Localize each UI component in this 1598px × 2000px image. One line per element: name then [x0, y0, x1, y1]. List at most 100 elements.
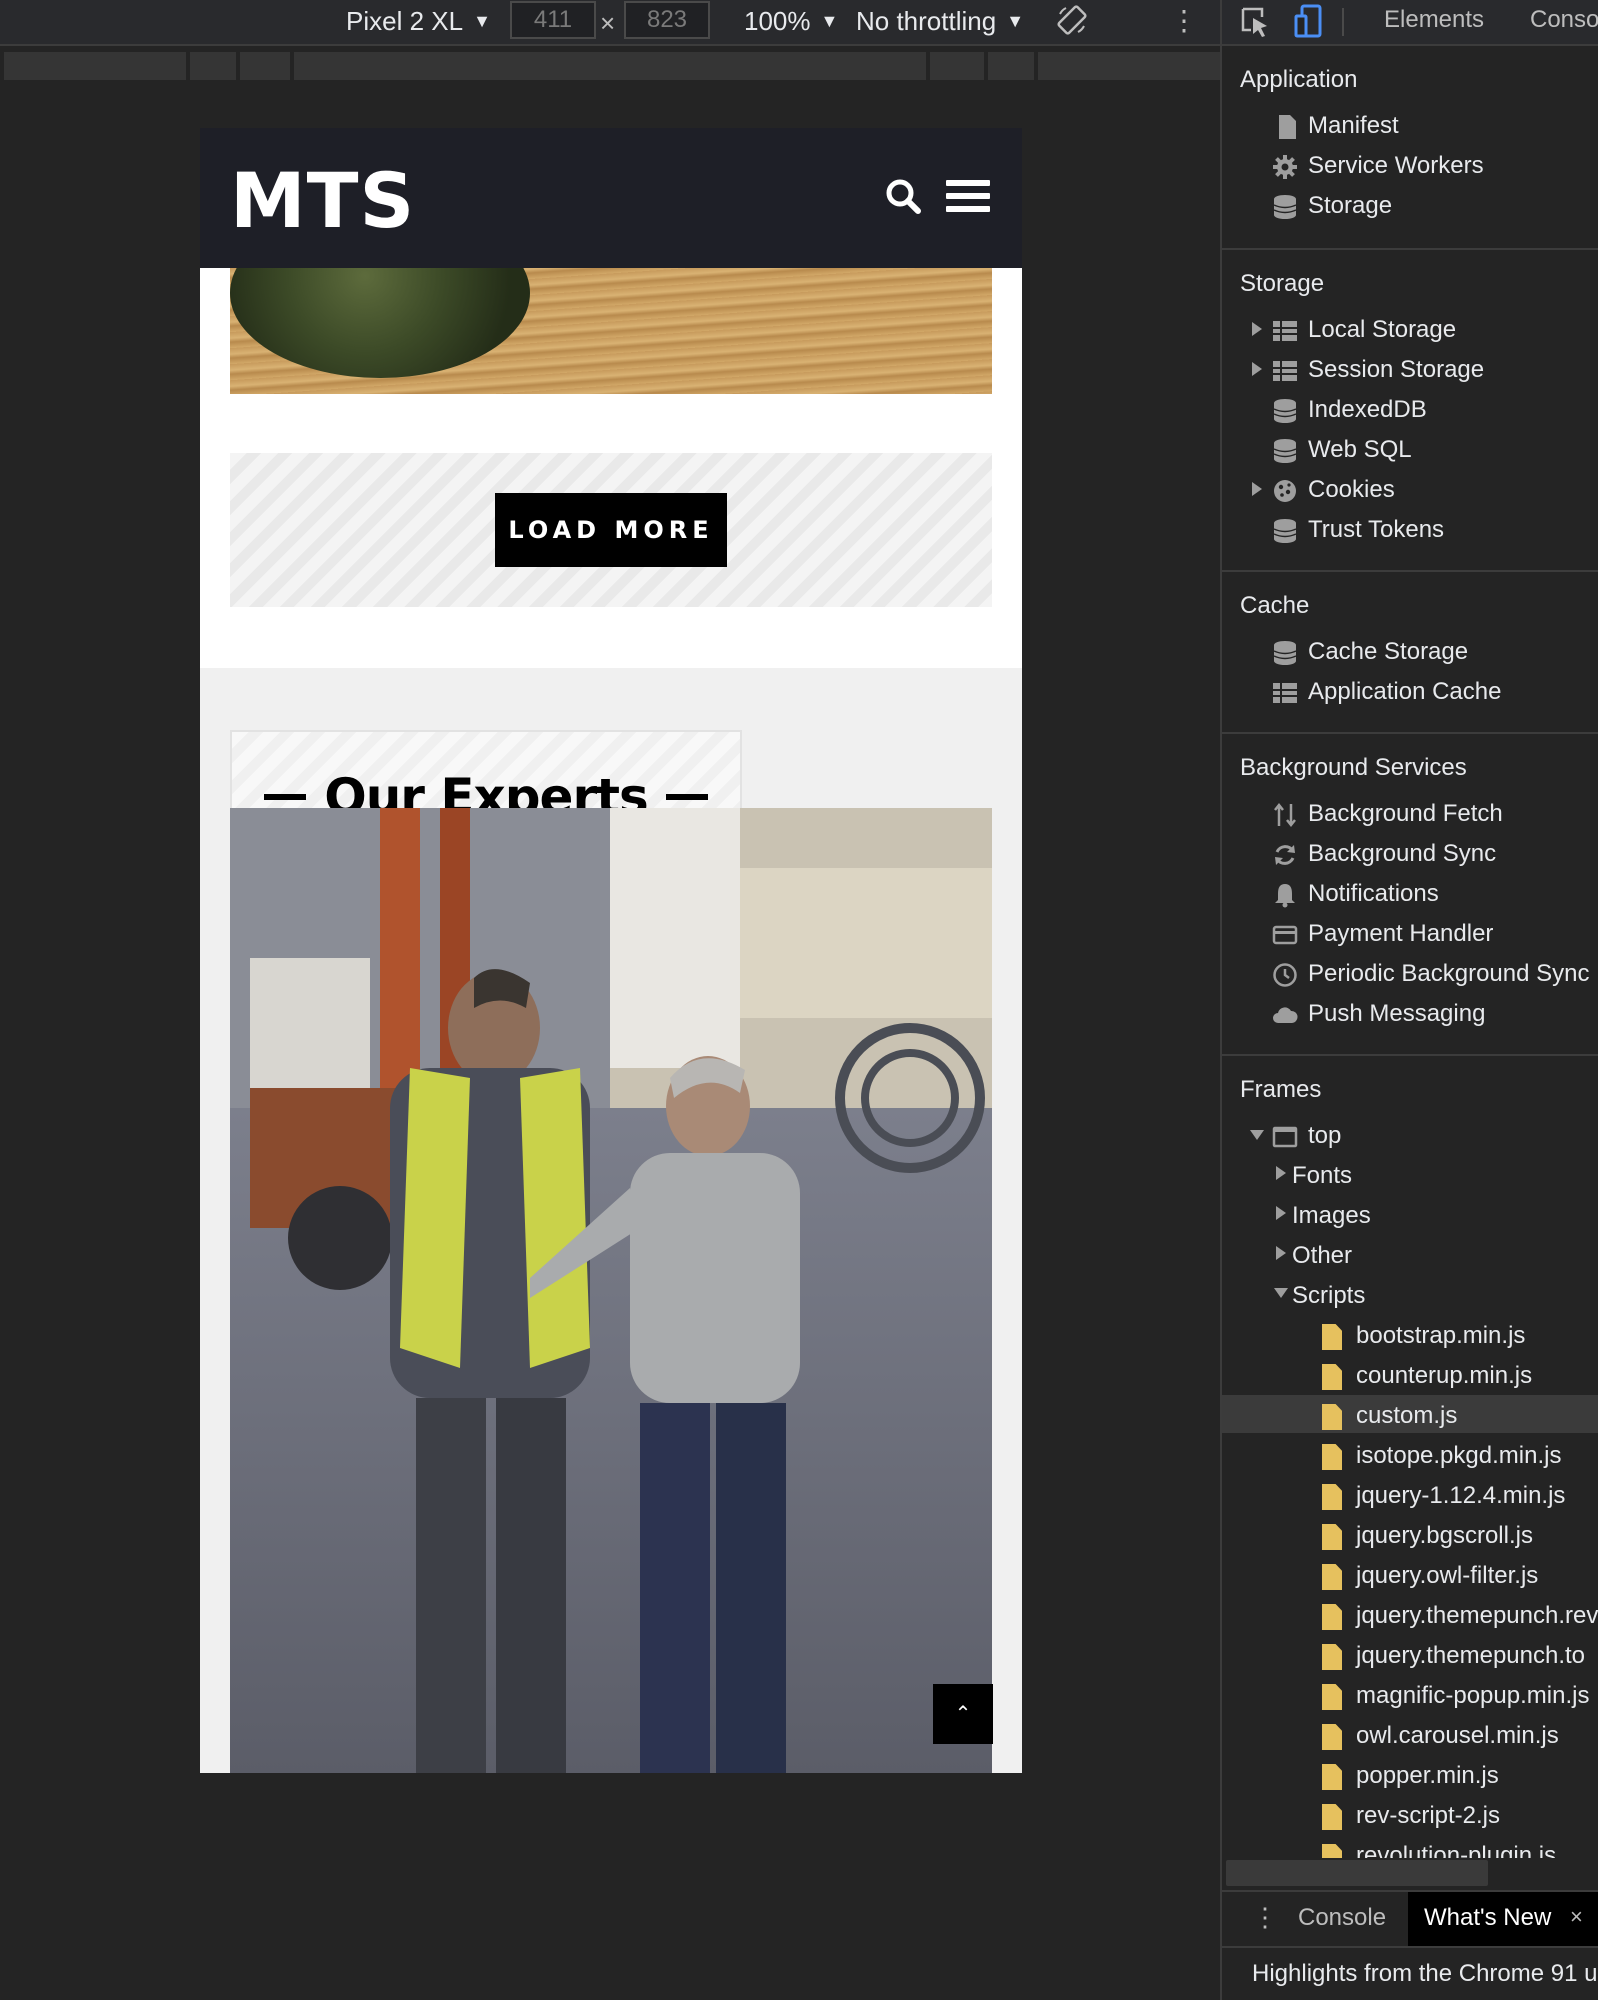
back-to-top-button[interactable]: ⌃ — [933, 1684, 993, 1744]
load-more-button[interactable]: LOAD MORE — [495, 493, 727, 567]
expand-arrow-icon[interactable] — [1276, 1206, 1286, 1220]
section-application-title: Application — [1240, 66, 1358, 93]
tree-folder-other[interactable]: Other — [1292, 1242, 1352, 1270]
tree-item-manifest[interactable]: Manifest — [1308, 112, 1399, 140]
expand-arrow-icon[interactable] — [1252, 482, 1262, 496]
zoom-select[interactable]: 100% ▼ — [744, 6, 838, 37]
database-icon — [1273, 195, 1297, 219]
media-query-segment[interactable] — [240, 52, 290, 80]
expand-arrow-icon[interactable] — [1276, 1166, 1286, 1180]
tree-file-script[interactable]: rev-script-2.js — [1356, 1802, 1500, 1830]
tree-item-periodic-background-sync[interactable]: Periodic Background Sync — [1308, 960, 1589, 988]
tree-item-frame-top[interactable]: top — [1308, 1122, 1341, 1150]
drawer-tab-console[interactable]: Console — [1298, 1904, 1386, 1932]
application-sidebar-tree: Application Manifest Service Workers Sto… — [1222, 48, 1598, 1858]
toolbar-divider — [1342, 8, 1344, 36]
script-file-icon — [1322, 1324, 1342, 1350]
expand-arrow-icon[interactable] — [1252, 322, 1262, 336]
tree-item-session-storage[interactable]: Session Storage — [1308, 356, 1484, 384]
section-cache-title: Cache — [1240, 592, 1310, 619]
devtools-drawer: ⋮ Console What's New × Highlights from t… — [1222, 1890, 1598, 2000]
close-icon[interactable]: × — [1570, 1904, 1583, 1930]
cookie-icon — [1274, 480, 1296, 502]
tree-item-service-workers[interactable]: Service Workers — [1308, 152, 1484, 180]
tab-console[interactable]: Conso — [1530, 6, 1598, 34]
menu-icon[interactable] — [946, 180, 990, 214]
emulated-page: MTS LOAD MORE Our Experts ⌃ — [200, 128, 1022, 1773]
more-options-icon[interactable]: ⋮ — [1170, 4, 1198, 37]
tree-item-background-fetch[interactable]: Background Fetch — [1308, 800, 1503, 828]
tree-folder-images[interactable]: Images — [1292, 1202, 1371, 1230]
table-icon — [1273, 683, 1297, 703]
tree-item-push-messaging[interactable]: Push Messaging — [1308, 1000, 1485, 1028]
throttling-select[interactable]: No throttling ▼ — [856, 6, 1024, 37]
media-query-segment[interactable] — [988, 52, 1034, 80]
tree-folder-scripts[interactable]: Scripts — [1292, 1282, 1365, 1310]
media-query-segment[interactable] — [4, 52, 186, 80]
chevron-down-icon: ▼ — [473, 11, 491, 31]
media-query-segment[interactable] — [190, 52, 236, 80]
search-icon[interactable] — [883, 176, 923, 216]
inspect-element-icon[interactable] — [1240, 6, 1270, 38]
collapse-arrow-icon[interactable] — [1250, 1130, 1264, 1140]
tree-item-local-storage[interactable]: Local Storage — [1308, 316, 1456, 344]
frame-window-icon — [1272, 1126, 1298, 1148]
tree-item-application-cache[interactable]: Application Cache — [1308, 678, 1501, 706]
credit-card-icon — [1272, 925, 1298, 945]
table-icon — [1273, 361, 1297, 381]
tree-file-script[interactable]: jquery.themepunch.rev — [1356, 1602, 1598, 1630]
tree-file-script[interactable]: bootstrap.min.js — [1356, 1322, 1525, 1350]
tree-item-background-sync[interactable]: Background Sync — [1308, 840, 1496, 868]
tree-item-indexeddb[interactable]: IndexedDB — [1308, 396, 1427, 424]
tree-file-script[interactable]: magnific-popup.min.js — [1356, 1682, 1589, 1710]
media-query-segment[interactable] — [930, 52, 984, 80]
database-icon — [1273, 641, 1297, 665]
whats-new-highlight: Highlights from the Chrome 91 u — [1252, 1960, 1598, 1987]
tree-file-script[interactable]: jquery.owl-filter.js — [1356, 1562, 1538, 1590]
devtools-tabbar: Elements Conso — [1222, 0, 1598, 46]
site-logo[interactable]: MTS — [230, 156, 415, 245]
expand-arrow-icon[interactable] — [1252, 362, 1262, 376]
device-toolbar-toggle-icon[interactable] — [1294, 4, 1324, 38]
tree-file-script-selected[interactable]: custom.js — [1356, 1402, 1457, 1430]
dash-decoration — [665, 794, 708, 800]
drawer-menu-icon[interactable]: ⋮ — [1252, 1902, 1278, 1933]
media-query-bar — [0, 48, 1220, 84]
collapse-arrow-icon[interactable] — [1274, 1288, 1288, 1298]
tree-item-web-sql[interactable]: Web SQL — [1308, 436, 1412, 464]
tree-file-script[interactable]: jquery.themepunch.to — [1356, 1642, 1585, 1670]
tree-item-storage[interactable]: Storage — [1308, 192, 1392, 220]
clock-icon — [1273, 963, 1297, 987]
tree-file-script[interactable]: jquery.bgscroll.js — [1356, 1522, 1533, 1550]
script-file-icon — [1322, 1564, 1342, 1590]
horizontal-scrollbar[interactable] — [1226, 1860, 1488, 1886]
expand-arrow-icon[interactable] — [1276, 1246, 1286, 1260]
media-query-segment[interactable] — [1038, 52, 1220, 80]
database-icon — [1273, 519, 1297, 543]
tree-file-script[interactable]: owl.carousel.min.js — [1356, 1722, 1559, 1750]
chevron-down-icon: ▼ — [1006, 11, 1025, 31]
device-select[interactable]: Pixel 2 XL ▼ — [346, 6, 491, 37]
tree-file-script[interactable]: counterup.min.js — [1356, 1362, 1532, 1390]
height-input[interactable]: 823 — [624, 1, 710, 39]
tree-item-trust-tokens[interactable]: Trust Tokens — [1308, 516, 1444, 544]
tree-file-script[interactable]: popper.min.js — [1356, 1762, 1499, 1790]
tree-folder-fonts[interactable]: Fonts — [1292, 1162, 1352, 1190]
tree-file-script[interactable]: isotope.pkgd.min.js — [1356, 1442, 1561, 1470]
media-query-segment[interactable] — [294, 52, 926, 80]
shrub-graphic — [230, 268, 530, 378]
tree-item-payment-handler[interactable]: Payment Handler — [1308, 920, 1493, 948]
script-file-icon — [1322, 1524, 1342, 1550]
drawer-divider — [1222, 1946, 1598, 1948]
rotate-icon[interactable] — [1056, 4, 1088, 36]
throttling-label: No throttling — [856, 6, 997, 36]
tree-item-cookies[interactable]: Cookies — [1308, 476, 1395, 504]
tree-item-cache-storage[interactable]: Cache Storage — [1308, 638, 1468, 666]
width-input[interactable]: 411 — [510, 1, 596, 39]
warehouse-photo-graphic — [230, 808, 992, 1773]
tree-item-notifications[interactable]: Notifications — [1308, 880, 1439, 908]
tree-file-script[interactable]: revolution-plugin.js — [1356, 1842, 1556, 1858]
section-divider — [1222, 732, 1598, 734]
tab-elements[interactable]: Elements — [1384, 6, 1484, 34]
tree-file-script[interactable]: jquery-1.12.4.min.js — [1356, 1482, 1565, 1510]
